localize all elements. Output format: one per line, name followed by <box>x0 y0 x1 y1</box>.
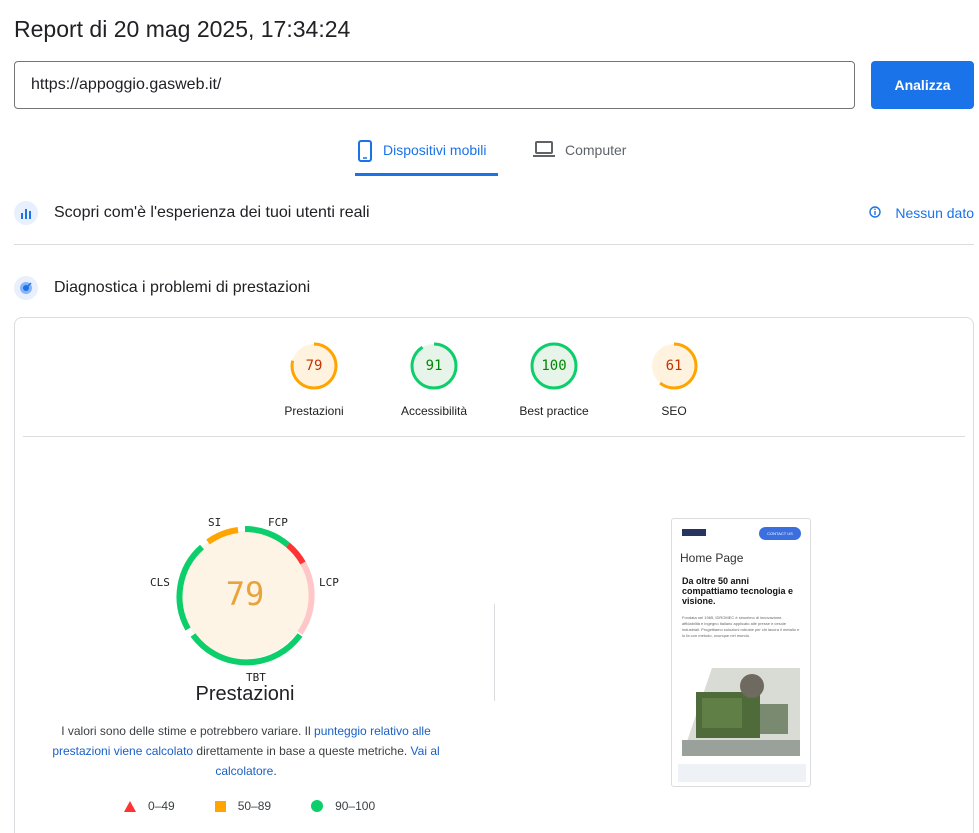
real-users-label: Scopri com'è l'esperienza dei tuoi utent… <box>54 204 370 221</box>
score-gauge-best-practices[interactable]: 100 Best practice <box>494 342 614 418</box>
site-logo <box>682 529 706 536</box>
info-icon <box>869 205 882 221</box>
legend-label: 0–49 <box>148 799 175 813</box>
machine-photo <box>682 668 800 756</box>
url-input[interactable] <box>14 61 855 109</box>
diagnostics-icon <box>14 276 38 300</box>
panel-divider <box>23 436 965 437</box>
tab-desktop[interactable]: Computer <box>533 138 626 176</box>
square-icon <box>214 800 226 812</box>
screenshot-home-title: Home Page <box>680 551 744 565</box>
circle-icon <box>311 800 324 812</box>
metric-cls: CLS <box>150 576 170 589</box>
screenshot-footer <box>678 764 806 782</box>
no-data-status[interactable]: Nessun dato <box>869 205 974 221</box>
score-circle: 100 <box>530 342 578 390</box>
tab-mobile[interactable]: Dispositivi mobili <box>355 138 498 176</box>
score-value: 100 <box>541 358 567 374</box>
diagnostics-label: Diagnostica i problemi di prestazioni <box>54 279 311 296</box>
score-gauge-seo[interactable]: 61 SEO <box>614 342 734 418</box>
legend-label: 50–89 <box>237 799 272 813</box>
real-users-section: Scopri com'è l'esperienza dei tuoi utent… <box>14 201 974 225</box>
metric-si: SI <box>208 516 222 529</box>
score-label: SEO <box>661 404 687 418</box>
users-chart-icon <box>14 201 38 225</box>
page-screenshot[interactable]: CONTACT US Home Page Da oltre 50 anni co… <box>671 518 811 787</box>
legend-label: 90–100 <box>335 799 376 813</box>
legend-fail: 0–49 <box>124 799 175 813</box>
tab-desktop-label: Computer <box>565 142 627 158</box>
note-text: I valori sono delle stime e potrebbero v… <box>61 724 315 738</box>
note-text: direttamente in base a queste metriche. <box>193 744 411 758</box>
report-title: Report di 20 mag 2025, 17:34:24 <box>14 16 351 42</box>
analyze-button[interactable]: Analizza <box>871 61 974 109</box>
performance-title: Prestazioni <box>195 683 295 705</box>
section-divider <box>14 244 974 245</box>
triangle-icon <box>124 800 136 812</box>
score-circle: 61 <box>650 342 698 390</box>
diagnostics-section: Diagnostica i problemi di prestazioni <box>14 276 974 300</box>
no-data-label: Nessun dato <box>895 205 974 221</box>
vertical-separator <box>494 604 495 701</box>
score-label: Prestazioni <box>284 404 344 418</box>
note-text: . <box>273 764 277 778</box>
smartphone-icon <box>357 140 373 162</box>
score-label: Accessibilità <box>400 404 468 418</box>
score-label: Best practice <box>519 404 589 418</box>
score-gauge-performance[interactable]: 79 Prestazioni <box>254 342 374 418</box>
screenshot-headline: Da oltre 50 anni compattiamo tecnologia … <box>682 576 794 606</box>
score-value: 91 <box>425 358 443 374</box>
laptop-icon <box>533 141 555 158</box>
score-value: 61 <box>665 358 683 374</box>
score-value: 79 <box>305 358 323 374</box>
performance-score: 79 <box>225 575 265 613</box>
score-legend: 0–49 50–89 90–100 <box>124 799 415 813</box>
tab-mobile-label: Dispositivi mobili <box>383 142 487 158</box>
legend-average: 50–89 <box>214 799 272 813</box>
metric-lcp: LCP <box>319 576 339 589</box>
score-gauge-accessibility[interactable]: 91 Accessibilità <box>374 342 494 418</box>
contact-button: CONTACT US <box>759 527 801 540</box>
screenshot-body: Fondata nel 1965, IDROMEC è sinonimo di … <box>682 615 800 638</box>
legend-pass: 90–100 <box>311 799 375 813</box>
score-circle: 79 <box>290 342 338 390</box>
score-circle: 91 <box>410 342 458 390</box>
score-note: I valori sono delle stime e potrebbero v… <box>50 721 442 781</box>
metric-fcp: FCP <box>268 516 288 529</box>
